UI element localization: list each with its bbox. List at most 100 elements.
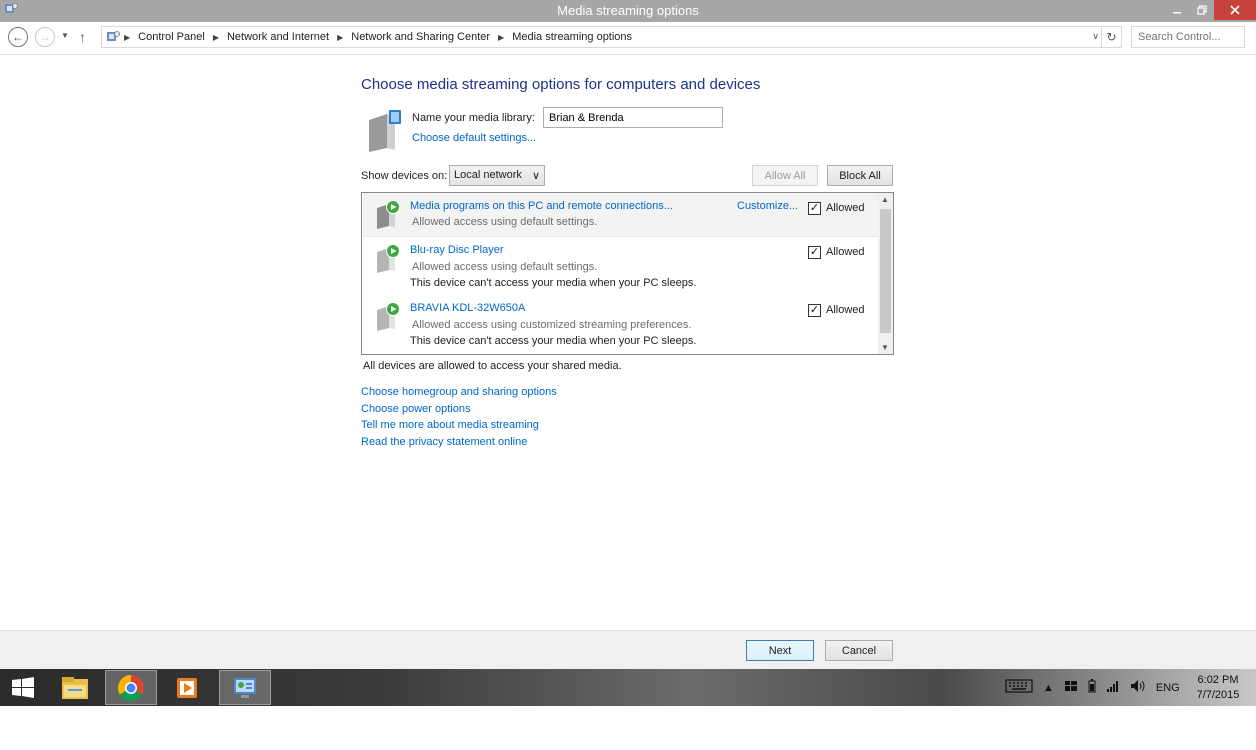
control-panel-icon [107, 31, 120, 41]
checkmark-icon: ✓ [809, 304, 820, 316]
clock-date: 7/7/2015 [1196, 689, 1240, 701]
chrome-icon [117, 674, 144, 701]
file-explorer-taskbar-button[interactable] [49, 670, 101, 705]
allowed-checkbox[interactable]: ✓ [808, 202, 821, 215]
chrome-taskbar-button[interactable] [105, 670, 157, 705]
device-status: Allowed access using default settings. [412, 261, 598, 273]
touch-keyboard-icon[interactable] [1005, 678, 1033, 697]
related-links: Choose homegroup and sharing options Cho… [361, 386, 557, 452]
breadcrumb-separator-icon[interactable]: ▶ [333, 33, 347, 42]
breadcrumb-network-and-sharing-center[interactable]: Network and Sharing Center [347, 31, 494, 43]
cancel-button[interactable]: Cancel [825, 640, 893, 661]
search-box[interactable] [1131, 26, 1245, 48]
clock[interactable]: 6:02 PM 7/7/2015 [1188, 673, 1248, 703]
block-all-button[interactable]: Block All [827, 165, 893, 186]
device-row-media-programs[interactable]: Media programs on this PC and remote con… [363, 193, 878, 237]
device-list[interactable]: Media programs on this PC and remote con… [361, 192, 894, 355]
scroll-thumb[interactable] [880, 209, 891, 333]
library-name-input[interactable] [543, 107, 723, 128]
minimize-icon [1173, 12, 1181, 14]
search-input[interactable] [1138, 31, 1238, 43]
privacy-statement-link[interactable]: Read the privacy statement online [361, 436, 557, 453]
device-status: Allowed access using default settings. [412, 216, 598, 228]
clock-time: 6:02 PM [1197, 674, 1239, 686]
blank-area [0, 706, 1256, 750]
dialog-footer: Next Cancel [0, 630, 1256, 669]
breadcrumb-media-streaming-options[interactable]: Media streaming options [508, 31, 636, 43]
library-name-label: Name your media library: [412, 112, 535, 124]
homegroup-sharing-link[interactable]: Choose homegroup and sharing options [361, 386, 557, 403]
volume-icon[interactable] [1130, 679, 1146, 696]
device-sleep-note: This device can't access your media when… [410, 277, 697, 289]
breadcrumb-separator-icon[interactable]: ▶ [120, 33, 134, 42]
network-select-value: Local network [454, 169, 522, 181]
device-name-link[interactable]: BRAVIA KDL-32W650A [410, 302, 525, 314]
restore-button[interactable] [1190, 0, 1214, 20]
device-name-link[interactable]: Media programs on this PC and remote con… [410, 200, 673, 212]
media-player-icon [177, 677, 197, 698]
allowed-label: Allowed [826, 246, 865, 258]
show-hidden-icons-icon[interactable]: ▲ [1043, 682, 1054, 694]
windows-logo-icon [12, 676, 34, 698]
media-device-icon [377, 302, 400, 331]
battery-icon[interactable] [1088, 679, 1096, 696]
window-title: Media streaming options [557, 3, 699, 18]
breadcrumb-separator-icon[interactable]: ▶ [209, 33, 223, 42]
up-arrow-icon: ↑ [79, 29, 86, 45]
file-explorer-icon [62, 676, 88, 699]
chevron-down-icon: ▼ [61, 31, 69, 40]
next-button[interactable]: Next [746, 640, 814, 661]
customize-link[interactable]: Customize... [737, 200, 798, 212]
allow-all-button[interactable]: Allow All [752, 165, 818, 186]
device-list-scrollbar[interactable]: ▲ ▼ [878, 193, 893, 354]
scroll-down-icon[interactable]: ▼ [881, 343, 889, 352]
system-tray: ▲ ENG [1000, 669, 1185, 706]
breadcrumb-network-and-internet[interactable]: Network and Internet [223, 31, 333, 43]
device-row-blu-ray[interactable]: Blu-ray Disc Player Allowed access using… [363, 238, 878, 294]
recent-locations-button[interactable]: ▼ [61, 31, 69, 40]
device-status: Allowed access using customized streamin… [412, 319, 692, 331]
device-name-link[interactable]: Blu-ray Disc Player [410, 244, 504, 256]
device-row-bravia[interactable]: BRAVIA KDL-32W650A Allowed access using … [363, 296, 878, 352]
refresh-button[interactable]: ↻ [1101, 27, 1121, 47]
checkmark-icon: ✓ [809, 246, 820, 258]
main-content: Choose media streaming options for compu… [361, 56, 901, 476]
allowed-checkbox[interactable]: ✓ [808, 304, 821, 317]
show-devices-label: Show devices on: [361, 170, 448, 182]
page-title: Choose media streaming options for compu… [361, 76, 761, 93]
scroll-up-icon[interactable]: ▲ [881, 195, 889, 204]
chevron-down-icon: ∨ [531, 170, 540, 182]
sharing-status-text: All devices are allowed to access your s… [363, 360, 622, 372]
forward-arrow-icon: → [39, 30, 51, 44]
choose-default-settings-link[interactable]: Choose default settings... [412, 132, 536, 144]
up-button[interactable]: ↑ [79, 29, 86, 45]
breadcrumb-control-panel[interactable]: Control Panel [134, 31, 209, 43]
network-select[interactable]: Local network ∨ [449, 165, 545, 186]
address-dropdown-icon[interactable]: ∨ [1092, 31, 1099, 42]
title-bar: Media streaming options [0, 0, 1256, 22]
minimize-button[interactable] [1164, 0, 1190, 20]
input-language[interactable]: ENG [1156, 682, 1180, 694]
network-signal-icon[interactable] [1106, 680, 1120, 695]
navigation-bar: ← → ▼ ↑ ▶ Control Panel ▶ Network and In… [0, 22, 1256, 55]
back-arrow-icon: ← [12, 30, 24, 44]
media-player-taskbar-button[interactable] [161, 670, 213, 705]
media-library-icon [369, 110, 401, 152]
back-button[interactable]: ← [8, 27, 28, 47]
start-button[interactable] [0, 670, 46, 705]
close-button[interactable] [1214, 0, 1256, 20]
window: Media streaming options ← → ▼ ↑ ▶ Contro… [0, 0, 1256, 669]
control-panel-taskbar-button[interactable] [219, 670, 271, 705]
taskbar: ▲ ENG 6:02 PM 7/7/2015 [0, 669, 1256, 706]
allowed-label: Allowed [826, 304, 865, 316]
restore-icon [1197, 5, 1207, 15]
forward-button[interactable]: → [35, 27, 55, 47]
allowed-checkbox[interactable]: ✓ [808, 246, 821, 259]
breadcrumb-separator-icon[interactable]: ▶ [494, 33, 508, 42]
address-bar[interactable]: ▶ Control Panel ▶ Network and Internet ▶… [101, 26, 1122, 48]
action-center-flag-icon[interactable] [1064, 680, 1078, 695]
device-sleep-note: This device can't access your media when… [410, 335, 697, 347]
power-options-link[interactable]: Choose power options [361, 403, 557, 420]
learn-media-streaming-link[interactable]: Tell me more about media streaming [361, 419, 557, 436]
media-device-icon [377, 200, 400, 229]
